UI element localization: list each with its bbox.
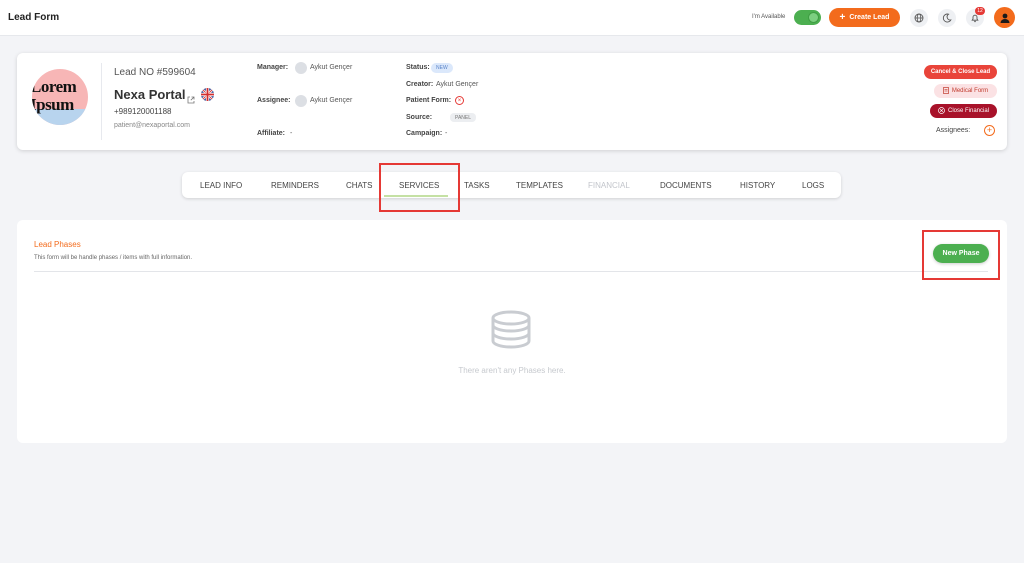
- manager-name: Aykut Gençer: [310, 64, 353, 71]
- plus-icon: +: [839, 11, 846, 23]
- affiliate-label: Affiliate:: [257, 130, 285, 137]
- lead-phases-panel: Lead Phases This form will be handle pha…: [17, 220, 1007, 443]
- close-financial-label: Close Financial: [947, 108, 990, 114]
- assignees-label: Assignees:: [936, 127, 971, 134]
- top-bar: Lead Form I'm Available + Create Lead 12: [0, 0, 1024, 36]
- lead-summary-card: Lorem Ipsum Lead NO #599604 Nexa Portal …: [17, 53, 1007, 150]
- availability-label: I'm Available: [752, 14, 786, 20]
- status-badge: NEW: [431, 63, 453, 73]
- lead-phone: +989120001188: [114, 107, 172, 116]
- source-label: Source:: [406, 114, 433, 121]
- empty-state-text: There aren't any Phases here.: [458, 366, 566, 375]
- database-icon: [490, 309, 532, 351]
- create-lead-button[interactable]: + Create Lead: [829, 8, 900, 27]
- tab-tasks[interactable]: TASKS: [464, 181, 490, 190]
- tab-logs[interactable]: LOGS: [802, 181, 824, 190]
- patient-form-missing-icon: ×: [455, 96, 464, 105]
- status-label: Status:: [406, 64, 430, 71]
- assignee-name: Aykut Gençer: [310, 97, 353, 104]
- medical-form-button[interactable]: Medical Form: [934, 84, 997, 98]
- lead-number: Lead NO #599604: [114, 67, 196, 78]
- campaign-label: Campaign:: [406, 130, 443, 137]
- panel-divider: [34, 271, 988, 272]
- user-icon[interactable]: [994, 7, 1015, 28]
- create-lead-label: Create Lead: [849, 14, 890, 21]
- notification-count-badge: 12: [975, 7, 985, 15]
- assignee-avatar: [295, 95, 307, 107]
- campaign-value: -: [445, 130, 448, 137]
- add-assignee-icon[interactable]: +: [984, 125, 995, 136]
- tab-reminders[interactable]: REMINDERS: [271, 181, 319, 190]
- moon-icon[interactable]: [938, 9, 956, 27]
- panel-description: This form will be handle phases / items …: [34, 255, 193, 261]
- external-link-icon[interactable]: [187, 91, 195, 104]
- document-icon: [942, 86, 949, 96]
- card-divider: [101, 63, 102, 140]
- app-title: Lead Form: [8, 12, 60, 23]
- manager-avatar: [295, 62, 307, 74]
- services-tab-highlight: [379, 163, 460, 212]
- tab-documents[interactable]: DOCUMENTS: [660, 181, 712, 190]
- creator-name: Aykut Gençer: [436, 81, 479, 88]
- manager-label: Manager:: [257, 64, 289, 71]
- assignee-label: Assignee:: [257, 97, 291, 104]
- globe-icon[interactable]: [910, 9, 928, 27]
- lead-email: patient@nexaportal.com: [114, 122, 190, 129]
- lead-logo: Lorem Ipsum: [32, 69, 88, 125]
- new-phase-highlight: [922, 230, 1000, 280]
- cancel-close-lead-button[interactable]: Cancel & Close Lead: [924, 65, 997, 79]
- uk-flag-icon: [201, 88, 214, 101]
- close-circle-icon: [938, 106, 945, 116]
- availability-toggle[interactable]: [794, 10, 821, 25]
- lead-tabs: LEAD INFO REMINDERS CHATS SERVICES TASKS…: [182, 172, 841, 198]
- tab-chats[interactable]: CHATS: [346, 181, 373, 190]
- patient-form-label: Patient Form:: [406, 97, 452, 104]
- source-badge: PANEL: [450, 113, 477, 122]
- tab-financial: FINANCIAL: [588, 181, 630, 190]
- tab-templates[interactable]: TEMPLATES: [516, 181, 563, 190]
- close-financial-button[interactable]: Close Financial: [930, 104, 997, 118]
- lead-name: Nexa Portal: [114, 87, 186, 102]
- tab-history[interactable]: HISTORY: [740, 181, 775, 190]
- creator-label: Creator:: [406, 81, 434, 88]
- affiliate-value: -: [290, 130, 293, 137]
- panel-title: Lead Phases: [34, 240, 81, 249]
- medical-form-label: Medical Form: [951, 88, 989, 94]
- tab-lead-info[interactable]: LEAD INFO: [200, 181, 242, 190]
